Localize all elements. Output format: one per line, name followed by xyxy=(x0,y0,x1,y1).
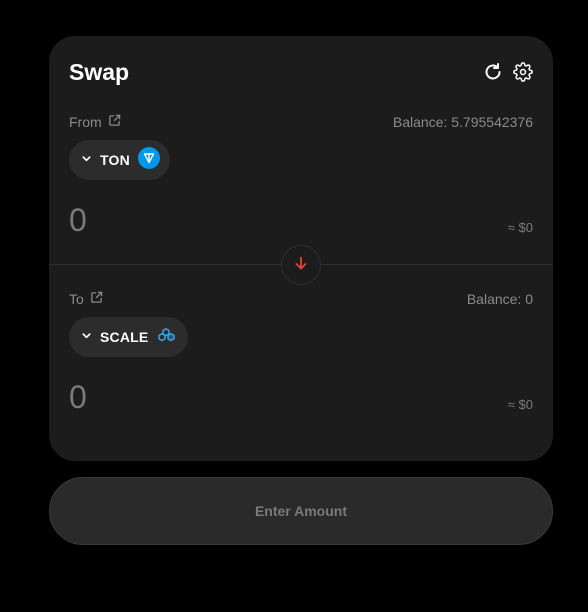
to-balance: Balance: 0 xyxy=(466,291,533,307)
to-label-row: To xyxy=(69,291,103,307)
swap-card: Swap From Balance: 5.795542376 TON 0 ≈ $… xyxy=(49,36,553,461)
to-amount-output: 0 xyxy=(69,379,87,415)
from-amount-input[interactable]: 0 xyxy=(69,202,87,239)
from-token-name: TON xyxy=(100,152,130,168)
from-label: From xyxy=(69,114,102,130)
scale-token-icon xyxy=(156,324,178,351)
from-token-selector[interactable]: TON xyxy=(69,140,170,180)
external-link-icon[interactable] xyxy=(90,291,103,307)
to-label: To xyxy=(69,291,84,307)
settings-gear-icon[interactable] xyxy=(513,62,533,82)
arrow-down-icon xyxy=(293,255,309,276)
from-usd-value: ≈ $0 xyxy=(507,220,533,235)
refresh-icon[interactable] xyxy=(483,62,503,82)
to-token-name: SCALE xyxy=(100,329,149,345)
from-label-row: From xyxy=(69,114,121,130)
chevron-down-icon xyxy=(81,151,92,169)
chevron-down-icon xyxy=(81,328,92,346)
external-link-icon[interactable] xyxy=(108,114,121,130)
enter-amount-button[interactable]: Enter Amount xyxy=(49,477,553,545)
swap-direction-button[interactable] xyxy=(281,245,321,285)
to-token-selector[interactable]: SCALE xyxy=(69,317,189,357)
header-actions xyxy=(483,62,533,82)
from-balance[interactable]: Balance: 5.795542376 xyxy=(393,114,533,130)
to-usd-value: ≈ $0 xyxy=(507,397,533,412)
ton-token-icon xyxy=(137,146,160,174)
swap-title: Swap xyxy=(69,59,130,85)
